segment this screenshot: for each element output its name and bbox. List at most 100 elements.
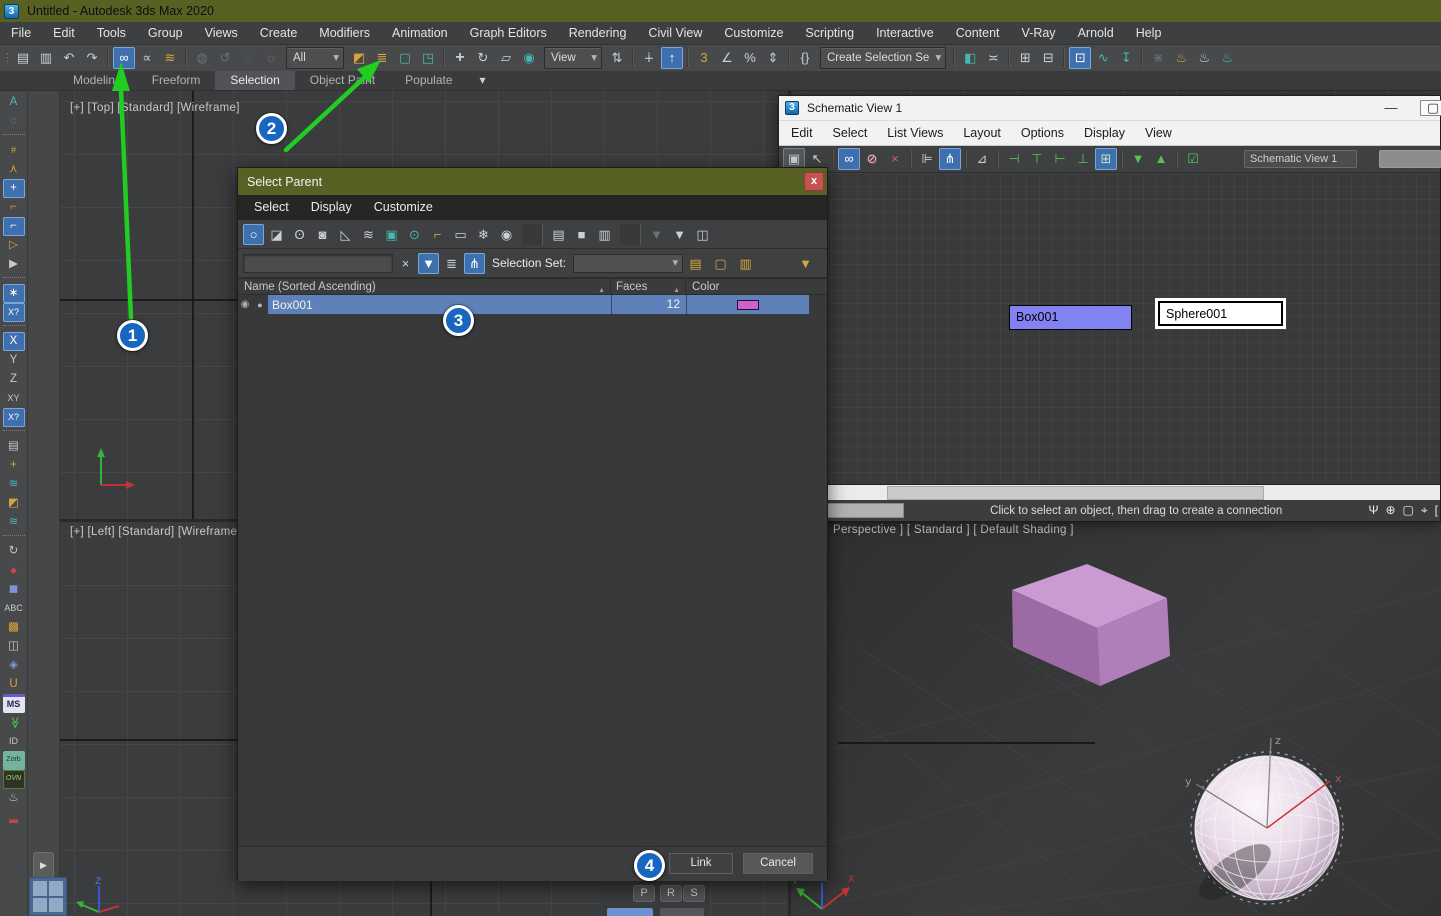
link-button[interactable]: Link [669, 853, 733, 874]
shrink-selected-icon[interactable]: ▼ [1127, 148, 1149, 170]
mini-bones-icon[interactable]: ∗ [3, 284, 25, 303]
rename-abc-icon[interactable]: ABC [3, 599, 25, 618]
box-primitive-icon[interactable]: ◼ [3, 580, 25, 599]
selection-filter-dropdown[interactable]: All [286, 47, 344, 69]
layer-explorer-icon[interactable]: ⊟ [1037, 47, 1059, 69]
zorb-icon[interactable]: Zorb [3, 751, 25, 770]
rotation-button[interactable]: R [660, 885, 682, 902]
preferences-icon[interactable]: ☑ [1182, 148, 1204, 170]
hook-node-icon[interactable]: ⌐ [3, 217, 25, 236]
column-faces[interactable]: Faces▲ [611, 279, 686, 294]
disabled-tool-icon-2[interactable]: ↺ [214, 47, 236, 69]
menu-arnold[interactable]: Arnold [1067, 22, 1125, 44]
display-geometry-icon[interactable]: ◪ [266, 224, 287, 245]
selected-row-highlight[interactable]: Box001 12 [268, 295, 809, 314]
column-name[interactable]: Name (Sorted Ascending)▲ [238, 279, 611, 294]
add-to-set-icon[interactable]: ▤ [685, 253, 706, 274]
ribbon-tab-object-paint[interactable]: Object Paint [295, 71, 390, 90]
schematic-view-icon[interactable]: ↧ [1115, 47, 1137, 69]
curve-editor-icon[interactable]: ∿ [1092, 47, 1114, 69]
unlink-selection-icon[interactable]: ∝ [136, 47, 158, 69]
pan-hand-icon[interactable]: Ψ [1368, 503, 1378, 518]
maxscript-icon[interactable]: MS [3, 694, 25, 713]
render-setup-icon[interactable]: ♨ [1170, 47, 1192, 69]
menu-views[interactable]: Views [194, 22, 249, 44]
maximize-button[interactable]: ▢ [1420, 100, 1441, 116]
menu-scripting[interactable]: Scripting [794, 22, 865, 44]
expand-panel-button[interactable]: ▶ [33, 852, 54, 878]
layer-stack-2-icon[interactable]: ≋ [3, 513, 25, 532]
grow-selected-icon[interactable]: ▲ [1150, 148, 1172, 170]
select-and-manipulate-icon[interactable]: ∔ [638, 47, 660, 69]
ribbon-options-dropdown-icon[interactable]: ▾ [468, 71, 498, 90]
menu-rendering[interactable]: Rendering [558, 22, 638, 44]
spinner-snap-toggle-icon[interactable]: ⇕ [762, 47, 784, 69]
align-center-icon[interactable]: ⊤ [1026, 148, 1048, 170]
selection-set-dropdown[interactable] [573, 254, 683, 273]
display-everything-icon[interactable]: ○ [243, 224, 264, 245]
teapot-tool-icon[interactable]: ♨ [3, 789, 25, 808]
axis-y-icon[interactable]: Y [3, 351, 25, 370]
position-button[interactable]: P [633, 885, 655, 902]
cancel-button[interactable]: Cancel [743, 853, 813, 874]
edit-named-selection-sets-icon[interactable]: {} [794, 47, 816, 69]
display-bones-icon[interactable]: ⌐ [427, 224, 448, 245]
xq2-icon[interactable]: X? [3, 408, 25, 427]
axis-x-icon[interactable]: X [3, 332, 25, 351]
window-crossing-toggle-icon[interactable]: ◳ [417, 47, 439, 69]
scene-explorer-toggle-icon[interactable]: ▤ [12, 47, 34, 69]
ribbon-tab-populate[interactable]: Populate [390, 71, 467, 90]
select-and-place-icon[interactable]: ◉ [518, 47, 540, 69]
partial-icon[interactable]: [ [1435, 503, 1438, 518]
menu-customize[interactable]: Customize [713, 22, 794, 44]
ribbon-tab-selection[interactable]: Selection [215, 71, 294, 90]
align-right-icon[interactable]: ⊢ [1049, 148, 1071, 170]
align-icon[interactable]: ≍ [982, 47, 1004, 69]
schematic-hscrollbar[interactable] [779, 484, 1440, 500]
menu-edit[interactable]: Edit [42, 22, 86, 44]
view-name-field[interactable]: Schematic View 1 [1244, 150, 1357, 168]
schematic-menu-edit[interactable]: Edit [781, 121, 823, 145]
select-by-name-icon[interactable]: ≣ [371, 47, 393, 69]
select-and-move-icon[interactable]: + [449, 47, 471, 69]
hook-line-icon[interactable]: ⌐ [3, 198, 25, 217]
object-list[interactable]: ◉ ● Box001 12 [238, 295, 827, 846]
xq-icon[interactable]: X? [3, 303, 25, 322]
clear-search-icon[interactable]: × [395, 253, 416, 274]
display-spacewarps-icon[interactable]: ≋ [358, 224, 379, 245]
viewport-left-label[interactable]: [+] [Left] [Standard] [Wireframe] [70, 526, 241, 538]
dialog-menu-display[interactable]: Display [300, 195, 363, 220]
menu-create[interactable]: Create [249, 22, 309, 44]
schematic-menu-options[interactable]: Options [1011, 121, 1074, 145]
display-frozen-icon[interactable]: ❄ [473, 224, 494, 245]
display-children-icon[interactable]: ▤ [548, 224, 569, 245]
unlink-tool-icon[interactable]: ⊘ [861, 148, 883, 170]
display-influences-icon[interactable]: ▥ [594, 224, 615, 245]
schematic-menu-select[interactable]: Select [823, 121, 878, 145]
align-top-icon[interactable]: ⊥ [1072, 148, 1094, 170]
schematic-title-bar[interactable]: 3 Schematic View 1 — ▢ [779, 96, 1440, 121]
material-editor-icon[interactable]: ⋇ [1147, 47, 1169, 69]
layer-stack-icon[interactable]: ≋ [3, 475, 25, 494]
connect-tool-icon[interactable]: ∞ [838, 148, 860, 170]
schematic-menu-display[interactable]: Display [1074, 121, 1135, 145]
rectangular-selection-region-icon[interactable]: ▢ [394, 47, 416, 69]
dialog-menu-customize[interactable]: Customize [363, 195, 444, 220]
layer-box-icon[interactable]: ▤ [3, 437, 25, 456]
keyboard-shortcut-override-icon[interactable]: ↑ [661, 47, 683, 69]
minimize-button[interactable]: — [1378, 100, 1404, 115]
use-pivot-point-center-icon[interactable]: ⇅ [606, 47, 628, 69]
add-layer-icon[interactable]: + [3, 456, 25, 475]
display-lights-icon[interactable]: ʘ [289, 224, 310, 245]
refresh-icon[interactable]: ↻ [3, 542, 25, 561]
select-and-link-icon[interactable]: ∞ [113, 47, 135, 69]
menu-content[interactable]: Content [945, 22, 1011, 44]
menu-civil-view[interactable]: Civil View [637, 22, 713, 44]
angle-snap-toggle-icon[interactable]: ∠ [716, 47, 738, 69]
hierarchy-mode-icon[interactable]: ⊫ [916, 148, 938, 170]
display-grid-icon[interactable]: ■ [571, 224, 592, 245]
aux-field[interactable] [1379, 150, 1441, 168]
schematic-canvas[interactable]: Box001 Sphere001 [779, 173, 1440, 484]
disabled-tool-icon-3[interactable]: ◌ [237, 47, 259, 69]
grid-diamond-icon[interactable]: ◈ [3, 656, 25, 675]
